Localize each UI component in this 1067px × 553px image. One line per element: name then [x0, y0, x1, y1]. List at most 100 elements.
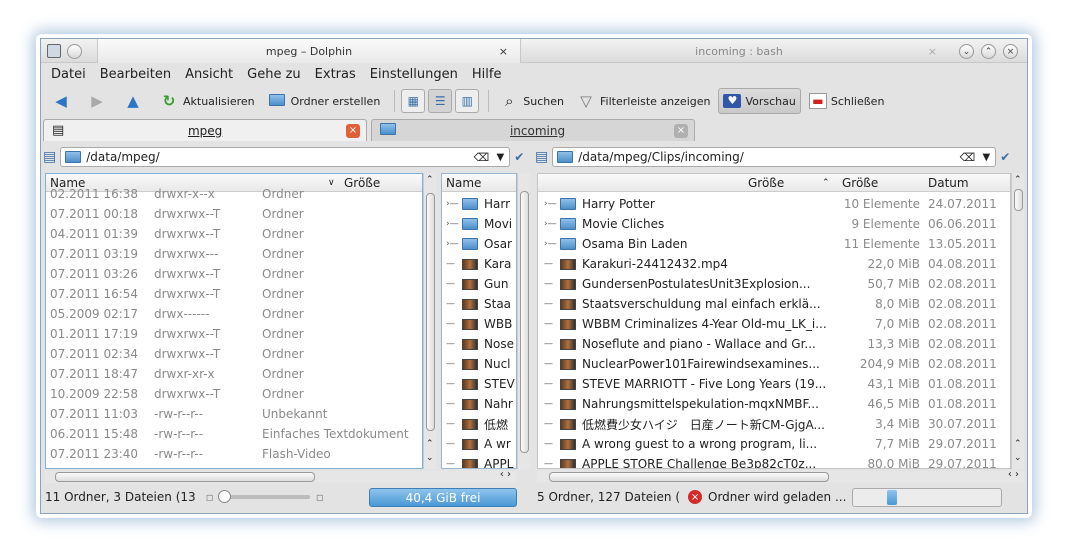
chevron-up-icon[interactable]: ⌃: [426, 175, 434, 185]
left-scrollbar[interactable]: ⌃ ⌃ ⌄: [423, 173, 436, 469]
reload-button[interactable]: ↻ Aktualisieren: [155, 88, 259, 114]
table-row[interactable]: 07.2011 00:18 drwxrwx--T Ordner: [46, 204, 422, 224]
list-item[interactable]: — APPL: [442, 454, 516, 468]
table-row[interactable]: — WBBM Criminalizes 4-Year Old-mu_LK_i...…: [538, 314, 1010, 334]
left-file-list[interactable]: Name ∨ Größe 02.2011 16:38 drwxr-x--x Ordn…: [45, 173, 423, 469]
table-row[interactable]: 10.2009 22:58 drwxrwx--T Ordner: [46, 384, 422, 404]
list-item[interactable]: ›— Movi: [442, 214, 516, 234]
chevron-left-right-icon[interactable]: ‹ ›: [1008, 469, 1019, 480]
zoom-slider[interactable]: [217, 490, 310, 503]
list-item[interactable]: — Nahr: [442, 394, 516, 414]
middle-scrollbar[interactable]: [517, 173, 530, 469]
table-row[interactable]: 07.2011 03:26 drwxrwx--T Ordner: [46, 264, 422, 284]
table-row[interactable]: — GundersenPostulatesUnit3Explosion... 50,…: [538, 274, 1010, 294]
checkmark-icon[interactable]: ✔: [514, 150, 524, 164]
maximize-icon[interactable]: ⌃: [981, 44, 996, 59]
scrollbar-thumb[interactable]: [55, 472, 315, 482]
menu-datei[interactable]: Datei: [51, 67, 86, 82]
expand-arrow-icon[interactable]: ›—: [544, 199, 557, 209]
zoom-slider-handle[interactable]: [217, 490, 231, 503]
table-row[interactable]: 02.2011 16:38 drwxr-x--x Ordner: [46, 184, 422, 204]
search-button[interactable]: ⌕ Suchen: [495, 88, 568, 114]
title-bar[interactable]: mpeg – Dolphin × incoming : bash × ⌄ ⌃ ×: [41, 39, 1027, 63]
column-size2-header[interactable]: Größe: [842, 176, 878, 190]
zoom-out-icon[interactable]: ▫: [206, 490, 214, 504]
icon-view-button[interactable]: ▦: [401, 89, 426, 113]
list-item[interactable]: — WBB: [442, 314, 516, 334]
chevron-down-icon[interactable]: ▼: [983, 152, 991, 163]
stop-icon[interactable]: ×: [688, 490, 703, 504]
table-row[interactable]: — Karakuri-24412432.mp4 22,0 MiB 04.08.2011: [538, 254, 1010, 274]
list-item[interactable]: — 低燃: [442, 414, 516, 434]
table-row[interactable]: 06.2011 15:48 -rw-r--r-- Einfaches Textdok…: [46, 424, 422, 444]
right-scrollbar[interactable]: ⌃ ⌃ ⌄: [1011, 173, 1024, 469]
tab-close-icon[interactable]: ×: [674, 123, 688, 138]
expand-arrow-icon[interactable]: ›—: [544, 239, 557, 249]
scrollbar-thumb[interactable]: [520, 191, 529, 453]
zoom-in-icon[interactable]: ▫: [316, 490, 324, 504]
scrollbar-thumb[interactable]: [426, 193, 435, 431]
table-row[interactable]: — STEVE MARRIOTT - Five Long Years (19...…: [538, 374, 1010, 394]
chevron-down-icon[interactable]: ▼: [497, 152, 505, 163]
table-row[interactable]: — Nahrungsmittelspekulation-mqxNMBF... 46,…: [538, 394, 1010, 414]
checkmark-icon[interactable]: ✔: [1000, 150, 1010, 164]
table-row[interactable]: — A wrong guest to a wrong program, li...…: [538, 434, 1010, 454]
chevron-down-icon[interactable]: ⌄: [1014, 453, 1022, 463]
list-item[interactable]: — Kara: [442, 254, 516, 274]
tab-close-icon[interactable]: ×: [346, 123, 360, 138]
table-row[interactable]: 07.2011 16:54 drwxrwx--T Ordner: [46, 284, 422, 304]
list-item[interactable]: — Gun: [442, 274, 516, 294]
scrollbar-thumb[interactable]: [1014, 189, 1023, 211]
list-item[interactable]: ›— Osar: [442, 234, 516, 254]
list-item[interactable]: — Nose: [442, 334, 516, 354]
scrollbar-thumb[interactable]: [549, 472, 829, 482]
menu-einstellungen[interactable]: Einstellungen: [370, 67, 458, 82]
chevron-up-icon[interactable]: ⌃: [426, 439, 434, 449]
places-icon[interactable]: ▤: [43, 149, 56, 165]
chevron-up-icon[interactable]: ⌃: [822, 178, 830, 188]
window-tab-dolphin[interactable]: mpeg – Dolphin ×: [97, 39, 521, 63]
forward-button[interactable]: ▶: [83, 88, 115, 114]
table-row[interactable]: ›— Harry Potter 10 Elemente 24.07.2011: [538, 194, 1010, 214]
column-size-header[interactable]: Größe: [748, 176, 784, 190]
menu-gehe-zu[interactable]: Gehe zu: [247, 67, 301, 82]
table-row[interactable]: 07.2011 18:47 drwxr-xr-x Ordner: [46, 364, 422, 384]
table-row[interactable]: 07.2011 03:19 drwxrwx--- Ordner: [46, 244, 422, 264]
table-row[interactable]: 07.2011 23:40 -rw-r--r-- Flash-Video: [46, 444, 422, 464]
middle-column-list[interactable]: Name ›— Harr ›— Movi ›— Osar — Kara — Gun — Staa — WB…: [441, 173, 517, 469]
table-row[interactable]: ›— Movie Cliches 9 Elemente 06.06.2011: [538, 214, 1010, 234]
chevron-up-icon[interactable]: ⌃: [1014, 175, 1022, 185]
new-folder-button[interactable]: Ordner erstellen: [263, 88, 385, 114]
menu-ansicht[interactable]: Ansicht: [185, 67, 233, 82]
list-item[interactable]: — A wr: [442, 434, 516, 454]
help-icon[interactable]: ⌄: [959, 44, 974, 59]
close-split-button[interactable]: ▬ Schließen: [805, 88, 889, 114]
close-icon[interactable]: ×: [928, 45, 937, 58]
list-item[interactable]: — STEV: [442, 374, 516, 394]
chevron-left-right-icon[interactable]: ‹ ›: [500, 469, 511, 480]
window-menu-icon[interactable]: [47, 44, 61, 58]
close-window-icon[interactable]: ×: [1003, 44, 1018, 59]
preview-button[interactable]: ♥ Vorschau: [718, 88, 801, 114]
right-path-field[interactable]: /data/mpeg/Clips/incoming/ ⌫ ▼: [552, 147, 997, 167]
up-button[interactable]: ▲: [119, 88, 151, 114]
menu-bearbeiten[interactable]: Bearbeiten: [100, 67, 171, 82]
chevron-up-icon[interactable]: ⌃: [1014, 439, 1022, 449]
list-item[interactable]: ›— Harr: [442, 194, 516, 214]
table-row[interactable]: 07.2011 11:03 -rw-r--r-- Unbekannt: [46, 404, 422, 424]
column-view-button[interactable]: ▥: [455, 89, 480, 113]
menu-hilfe[interactable]: Hilfe: [472, 67, 502, 82]
back-button[interactable]: ◀: [47, 88, 79, 114]
table-row[interactable]: ›— Osama Bin Laden 11 Elemente 13.05.2011: [538, 234, 1010, 254]
list-item[interactable]: — Staa: [442, 294, 516, 314]
list-item[interactable]: — Nucl: [442, 354, 516, 374]
right-file-list[interactable]: Größe ⌃ Größe Datum ›— Harry Potter 10 Ele…: [537, 173, 1011, 469]
table-row[interactable]: — 低燃費少女ハイジ 日産ノート新CM-GjgA... 3,4 MiB 30.07.2…: [538, 414, 1010, 434]
menu-extras[interactable]: Extras: [315, 67, 356, 82]
window-pin-icon[interactable]: [67, 44, 82, 59]
table-row[interactable]: — NuclearPower101Fairewindsexamines... 204…: [538, 354, 1010, 374]
table-row[interactable]: — APPLE STORE Challenge Be3p82cT0z... 80,0…: [538, 454, 1010, 468]
tab-mpeg[interactable]: ▤ mpeg ×: [43, 119, 367, 141]
tab-incoming[interactable]: incoming ×: [371, 119, 695, 141]
left-horizontal-scrollbar[interactable]: ‹ ›: [45, 469, 517, 483]
